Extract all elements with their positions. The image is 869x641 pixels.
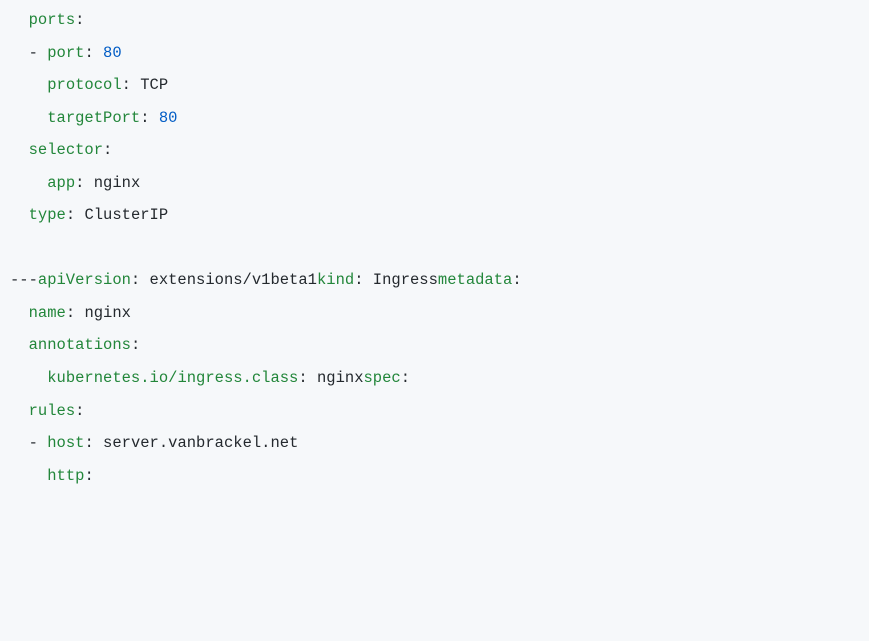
code-block: ports: - port: 80 protocol: TCP targetPo… xyxy=(0,0,869,492)
code-line: targetPort: 80 xyxy=(10,109,177,127)
code-line: ports: xyxy=(10,11,84,29)
code-line: name: nginx xyxy=(10,304,131,322)
code-line: http: xyxy=(10,467,94,485)
code-line: selector: xyxy=(10,141,112,159)
blank-line xyxy=(10,239,19,257)
code-line: type: ClusterIP xyxy=(10,206,168,224)
code-line: app: nginx xyxy=(10,174,140,192)
code-line: ---apiVersion: extensions/v1beta1kind: I… xyxy=(10,271,522,289)
code-line: kubernetes.io/ingress.class: nginxspec: xyxy=(10,369,410,387)
code-line: protocol: TCP xyxy=(10,76,168,94)
code-line: annotations: xyxy=(10,336,140,354)
code-line: - host: server.vanbrackel.net xyxy=(10,434,298,452)
code-line: rules: xyxy=(10,402,84,420)
code-line: - port: 80 xyxy=(10,44,122,62)
